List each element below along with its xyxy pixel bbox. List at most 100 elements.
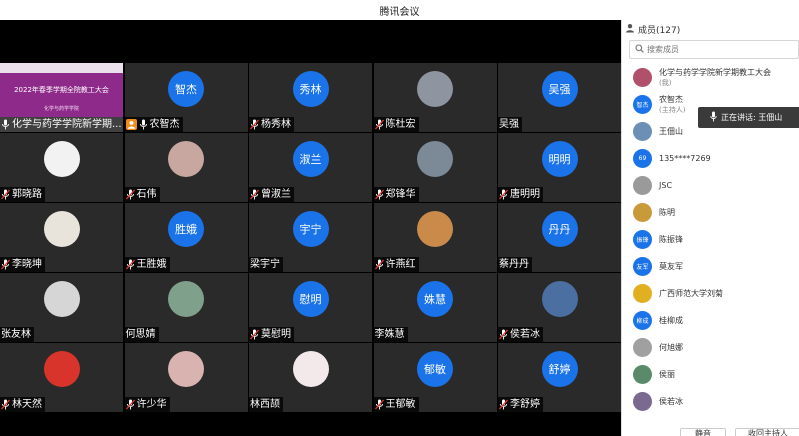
participant-tile[interactable]: 林天然 xyxy=(0,343,123,412)
participant-avatar xyxy=(168,141,204,177)
participant-tile[interactable]: 张友林 xyxy=(0,273,123,342)
member-row[interactable]: 陈明 xyxy=(622,199,799,226)
member-avatar xyxy=(633,392,652,411)
participant-name-tag: 杨秀林 xyxy=(249,117,294,132)
microphone-muted-icon xyxy=(1,189,10,200)
member-row[interactable]: 广西师范大学刘菊 xyxy=(622,280,799,307)
microphone-muted-icon xyxy=(125,399,135,410)
participant-tile[interactable]: 林西颉 xyxy=(249,343,372,412)
member-search-input[interactable] xyxy=(647,45,787,54)
microphone-muted-icon xyxy=(374,119,384,130)
participant-tile[interactable]: 姝慧 李姝慧 xyxy=(373,273,497,342)
participant-tile[interactable]: 明明 唐明明 xyxy=(498,133,621,202)
participant-name: 许少华 xyxy=(136,399,167,410)
participant-name: 王郁敏 xyxy=(385,399,416,410)
member-avatar xyxy=(633,338,652,357)
member-avatar xyxy=(633,68,652,87)
microphone-muted-icon xyxy=(499,189,508,200)
participant-tile[interactable]: 胜娥 王胜娥 xyxy=(124,203,248,272)
participant-tile[interactable]: 李晓坤 xyxy=(0,203,123,272)
participant-tile[interactable]: 舒婷李舒婷 xyxy=(498,343,621,412)
participant-avatar xyxy=(43,141,80,177)
members-panel: 成员(127) 化学与药学学院新学期教工大会(我) 智杰农智杰(主持人) 王佃山 69… xyxy=(621,20,799,436)
participant-name-tag: 李舒婷 xyxy=(498,397,543,412)
participant-tile[interactable]: 郁敏王郁敏 xyxy=(373,343,497,412)
participant-tile[interactable]: 淑兰 曾淑兰 xyxy=(249,133,372,202)
member-row[interactable]: 69 135****7269 xyxy=(622,145,799,172)
member-name-block: 侯丽 xyxy=(659,370,675,380)
member-name: 何旭娜 xyxy=(659,342,683,352)
participant-tile[interactable]: 丹丹 蔡丹丹 xyxy=(498,203,621,272)
participant-name-tag: 吴强 xyxy=(498,117,522,132)
member-row[interactable]: 振锋 陈振锋 xyxy=(622,226,799,253)
participant-name: 林西颉 xyxy=(250,399,280,410)
participant-tile[interactable]: 许少华 xyxy=(124,343,248,412)
participant-tile[interactable]: 何思婧 xyxy=(124,273,248,342)
participant-name: 蔡丹丹 xyxy=(499,259,529,270)
member-row[interactable]: JSC xyxy=(622,172,799,199)
window-title: 腾讯会议 xyxy=(379,7,420,18)
participant-name: 石伟 xyxy=(136,189,157,200)
participant-name-tag: 王郁敏 xyxy=(373,397,419,412)
participant-tile[interactable]: 陈杜宏 xyxy=(373,63,497,132)
cancel-host-button[interactable]: 收回主持人 xyxy=(735,428,799,436)
participant-tile[interactable]: 石伟 xyxy=(124,133,248,202)
participant-name: 李晓坤 xyxy=(12,259,42,270)
microphone-muted-icon xyxy=(125,259,135,270)
participant-tile[interactable]: 许燕红 xyxy=(373,203,497,272)
participant-name-tag: 莫慰明 xyxy=(249,327,294,342)
participant-tile[interactable]: 吴强 吴强 xyxy=(498,63,621,132)
member-avatar: 智杰 xyxy=(633,95,652,114)
participant-avatar xyxy=(417,211,453,247)
microphone-muted-icon xyxy=(374,259,384,270)
participant-tile[interactable]: 郭晓路 xyxy=(0,133,123,202)
participant-avatar: 姝慧 xyxy=(417,281,453,317)
participant-name: 农智杰 xyxy=(149,119,180,130)
participant-tile[interactable]: 秀林 杨秀林 xyxy=(249,63,372,132)
search-icon xyxy=(635,44,644,55)
participant-avatar: 舒婷 xyxy=(541,351,578,387)
participant-name: 林天然 xyxy=(12,399,42,410)
participant-avatar: 慰明 xyxy=(292,281,329,317)
member-name-block: 陈明 xyxy=(659,208,675,218)
participant-avatar: 郁敏 xyxy=(417,351,453,387)
mute-all-button[interactable]: 静音 xyxy=(680,428,726,436)
participant-name-tag: 蔡丹丹 xyxy=(498,257,532,272)
participant-tile[interactable]: 2022年春季学期全院教工大会 化学与药学学院化学与药学学院新学期... xyxy=(0,63,123,132)
participant-name-tag: 化学与药学学院新学期... xyxy=(0,117,123,132)
participant-name: 曾淑兰 xyxy=(261,189,291,200)
member-row[interactable]: 柳成 桂柳成 xyxy=(622,307,799,334)
participant-name: 化学与药学学院新学期... xyxy=(12,119,122,130)
microphone-muted-icon xyxy=(250,189,259,200)
member-search-box[interactable] xyxy=(629,40,799,59)
participant-name-tag: 许少华 xyxy=(124,397,170,412)
member-row[interactable]: 侯丽 xyxy=(622,361,799,388)
participant-tile[interactable]: 智杰农智杰 xyxy=(124,63,248,132)
participant-tile[interactable]: 慰明莫慰明 xyxy=(249,273,372,342)
participant-avatar xyxy=(541,281,578,317)
participant-tile[interactable]: 侯若冰 xyxy=(498,273,621,342)
title-bar: 腾讯会议 xyxy=(0,0,799,21)
member-avatar: 振锋 xyxy=(633,230,652,249)
member-name-block: 王佃山 xyxy=(659,127,683,137)
microphone-muted-icon xyxy=(499,399,508,410)
participant-grid: 2022年春季学期全院教工大会 化学与药学学院 化学与药学学院新学期... 智杰 农智杰… xyxy=(0,63,621,412)
member-name-block: 农智杰 (主持人) xyxy=(659,95,685,115)
member-row[interactable]: 侯若冰 xyxy=(622,388,799,415)
member-row[interactable]: 化学与药学学院新学期教工大会 (我) xyxy=(622,64,799,91)
participant-name: 李舒婷 xyxy=(510,399,540,410)
participant-name: 许燕红 xyxy=(385,259,416,270)
member-row[interactable]: 友军 莫友军 xyxy=(622,253,799,280)
participant-avatar: 智杰 xyxy=(168,71,204,107)
member-role: (我) xyxy=(659,78,672,87)
participant-avatar xyxy=(168,351,204,387)
microphone-icon xyxy=(710,111,717,124)
member-name: 农智杰 xyxy=(659,94,683,104)
member-row[interactable]: 何旭娜 xyxy=(622,334,799,361)
member-name: 侯若冰 xyxy=(659,396,683,406)
participant-tile[interactable]: 郑锋华 xyxy=(373,133,497,202)
shared-banner-image: 2022年春季学期全院教工大会 化学与药学学院 xyxy=(0,63,123,117)
member-name: JSC xyxy=(659,180,673,190)
member-name-block: 侯若冰 xyxy=(659,397,683,407)
participant-tile[interactable]: 宇宁 梁宇宁 xyxy=(249,203,372,272)
